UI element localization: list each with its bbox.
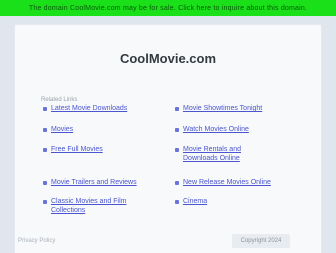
footer-privacy-link[interactable]: Privacy Policy: [18, 238, 55, 244]
related-link-text[interactable]: Watch Movies Online: [183, 125, 249, 134]
related-link-text[interactable]: New Release Movies Online: [183, 178, 271, 187]
top-banner[interactable]: The domain CoolMovie.com may be for sale…: [0, 0, 336, 16]
related-link[interactable]: Movie Showtimes Tonight: [175, 104, 295, 113]
related-link-text[interactable]: Movie Trailers and Reviews: [51, 178, 137, 187]
related-link-text[interactable]: Movie Showtimes Tonight: [183, 104, 262, 113]
related-link-text[interactable]: Cinema: [183, 197, 207, 206]
related-link-text[interactable]: Movies: [51, 125, 73, 134]
bullet-icon: [175, 181, 179, 185]
bullet-icon: [43, 148, 47, 152]
related-link[interactable]: Movie Rentals and Downloads Online: [175, 145, 275, 163]
bullet-icon: [43, 128, 47, 132]
related-link[interactable]: Free Full Movies: [43, 145, 161, 154]
related-link[interactable]: Cinema: [175, 197, 295, 206]
related-link-text[interactable]: Movie Rentals and Downloads Online: [183, 145, 275, 163]
banner-text[interactable]: The domain CoolMovie.com may be for sale…: [29, 5, 307, 12]
bullet-icon: [43, 181, 47, 185]
bullet-icon: [175, 148, 179, 152]
bullet-icon: [175, 200, 179, 204]
related-link-text[interactable]: Latest Movie Downloads: [51, 104, 127, 113]
bullet-icon: [43, 200, 47, 204]
site-title: CoolMovie.com: [119, 51, 217, 66]
related-link[interactable]: Classic Movies and Film Collections: [43, 197, 133, 215]
related-link-text[interactable]: Free Full Movies: [51, 145, 103, 154]
main-panel: CoolMovie.com Related Links Latest Movie…: [14, 24, 322, 253]
bullet-icon: [43, 107, 47, 111]
related-link[interactable]: Watch Movies Online: [175, 125, 295, 134]
bullet-icon: [175, 107, 179, 111]
related-link[interactable]: Movies: [43, 125, 161, 134]
related-link[interactable]: Movie Trailers and Reviews: [43, 178, 161, 187]
related-link[interactable]: New Release Movies Online: [175, 178, 295, 187]
related-links-label: Related Links: [41, 97, 78, 103]
footer-copyright-text: Copyright 2024: [240, 238, 282, 244]
related-link[interactable]: Latest Movie Downloads: [43, 104, 161, 113]
bullet-icon: [175, 128, 179, 132]
related-link-text[interactable]: Classic Movies and Film Collections: [51, 197, 133, 215]
footer-copyright: Copyright 2024: [232, 234, 290, 248]
